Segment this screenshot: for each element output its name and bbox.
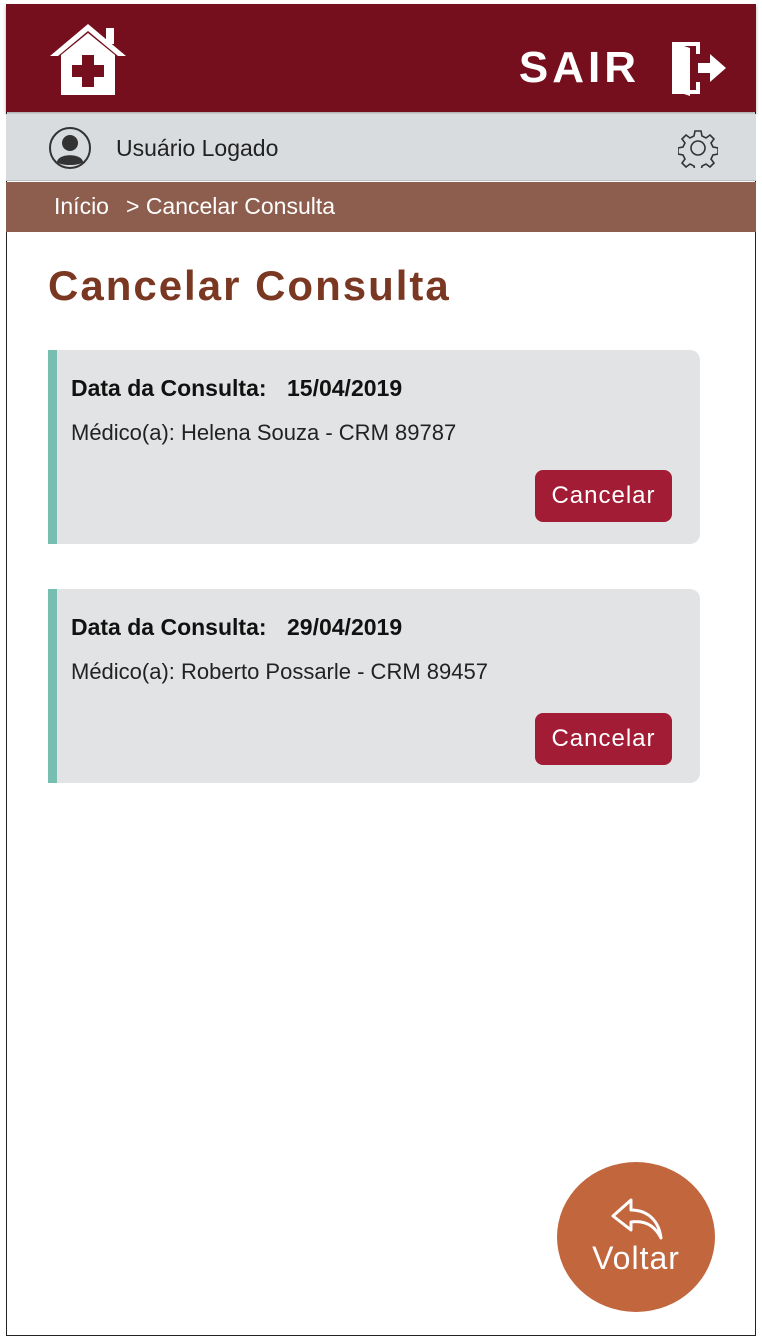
appointment-card: Data da Consulta: 15/04/2019 Médico(a): … (48, 350, 700, 544)
top-header: SAIR (6, 4, 756, 112)
appointment-card: Data da Consulta: 29/04/2019 Médico(a): … (48, 589, 700, 783)
appointment-doctor: Médico(a): Helena Souza - CRM 89787 (71, 420, 457, 445)
date-label: Data da Consulta: (71, 375, 267, 401)
user-avatar-icon (49, 127, 91, 169)
appointment-date-row: Data da Consulta: 15/04/2019 (71, 375, 402, 402)
breadcrumb-current: > Cancelar Consulta (126, 193, 336, 219)
breadcrumb-home-link[interactable]: Início (54, 193, 109, 220)
home-medical-icon[interactable] (48, 22, 128, 98)
page-title: Cancelar Consulta (48, 262, 451, 309)
appointment-date: 29/04/2019 (287, 614, 403, 640)
gear-icon[interactable] (678, 128, 718, 168)
cancel-appointment-button[interactable]: Cancelar (535, 713, 672, 765)
user-name: Usuário Logado (116, 135, 279, 161)
cancel-appointment-button[interactable]: Cancelar (535, 470, 672, 522)
back-button-label: Voltar (592, 1240, 680, 1276)
appointment-doctor: Médico(a): Roberto Possarle - CRM 89457 (71, 659, 488, 684)
appointment-date-row: Data da Consulta: 29/04/2019 (71, 614, 402, 641)
breadcrumb: Início > Cancelar Consulta (6, 182, 756, 232)
reply-arrow-icon (611, 1198, 663, 1240)
back-button[interactable]: Voltar (557, 1162, 715, 1312)
user-bar: Usuário Logado (6, 114, 756, 181)
logout-door-icon (672, 42, 726, 96)
logout-button[interactable]: SAIR (519, 40, 728, 96)
date-label: Data da Consulta: (71, 614, 267, 640)
appointment-date: 15/04/2019 (287, 375, 403, 401)
logout-label: SAIR (518, 43, 640, 92)
